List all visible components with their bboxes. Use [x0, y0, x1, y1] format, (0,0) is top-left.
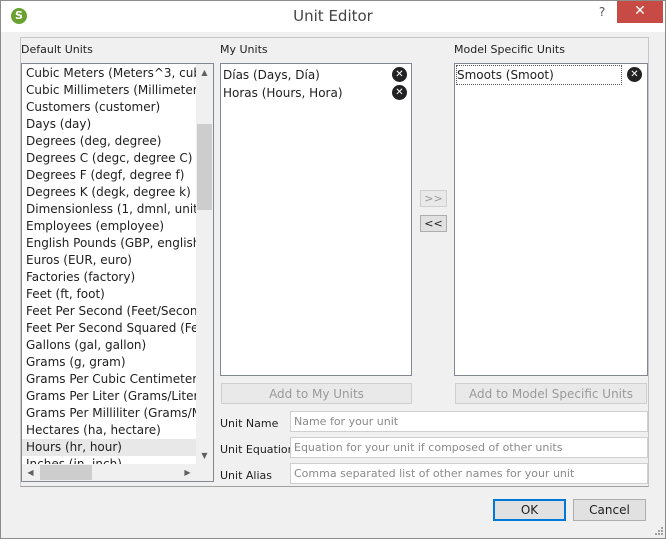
unit-alias-input[interactable] — [290, 463, 648, 484]
list-item[interactable]: Euros (EUR, euro) — [22, 252, 196, 269]
list-item[interactable]: Cubic Millimeters (Millimeters^3 — [22, 82, 213, 99]
ok-button[interactable]: OK — [493, 499, 566, 521]
unit-equation-label: Unit Equation — [220, 443, 295, 456]
list-item[interactable]: Grams Per Milliliter (Grams/Millil — [22, 405, 213, 422]
list-item[interactable]: Feet Per Second Squared (Feet/S — [22, 320, 213, 337]
close-button[interactable]: ✕ — [617, 1, 663, 23]
list-item[interactable]: Dimensionless (1, dmnl, unitless — [22, 201, 213, 218]
list-item[interactable]: English Pounds (GBP, english pou — [22, 235, 213, 252]
list-item[interactable]: Cubic Meters (Meters^3, cubic n — [22, 65, 213, 82]
unit-editor-panel: Default Units Cubic Meters (Meters^3, cu… — [20, 37, 649, 487]
scroll-right-icon[interactable]: ▶ — [179, 464, 196, 481]
default-units-list[interactable]: Cubic Meters (Meters^3, cubic n Cubic Mil… — [21, 63, 214, 482]
list-item[interactable]: Feet (ft, foot) — [22, 286, 196, 303]
title-bar[interactable]: S Unit Editor ? ✕ — [1, 1, 665, 32]
horizontal-scrollbar[interactable]: ◀ ▶ — [22, 464, 196, 481]
list-item[interactable]: Degrees (deg, degree) — [22, 133, 196, 150]
list-item[interactable]: Grams Per Liter (Grams/Liters, gr — [22, 388, 213, 405]
scroll-down-icon[interactable]: ▼ — [196, 447, 213, 464]
list-item[interactable]: Hectares (ha, hectare) — [22, 422, 196, 439]
my-unit-item-0[interactable]: Días (Days, Día) — [223, 66, 320, 84]
unit-alias-label: Unit Alias — [220, 469, 272, 482]
my-units-label: My Units — [220, 43, 268, 56]
list-item[interactable]: Customers (customer) — [22, 99, 196, 116]
list-item[interactable]: Hours (hr, hour) — [22, 439, 196, 456]
add-to-my-units-button[interactable]: Add to My Units — [221, 383, 412, 404]
remove-my-unit-0-icon[interactable]: ✕ — [392, 67, 407, 82]
list-item[interactable]: Grams (g, gram) — [22, 354, 196, 371]
unit-editor-window: S Unit Editor ? ✕ Default Units Cubic Me… — [0, 0, 666, 539]
list-item[interactable]: Gallons (gal, gallon) — [22, 337, 196, 354]
move-left-button[interactable]: << — [420, 215, 447, 232]
scroll-thumb[interactable] — [197, 124, 212, 210]
unit-name-input[interactable] — [290, 411, 648, 432]
model-units-label: Model Specific Units — [454, 43, 565, 56]
list-item[interactable]: Employees (employee) — [22, 218, 196, 235]
resize-grip-icon[interactable] — [653, 525, 663, 535]
model-unit-item-0[interactable]: Smoots (Smoot) — [456, 65, 622, 85]
vertical-scrollbar[interactable]: ▲ ▼ — [196, 64, 213, 464]
help-button[interactable]: ? — [589, 1, 615, 23]
list-item[interactable]: Feet Per Second (Feet/Seconds) — [22, 303, 213, 320]
add-to-model-units-button[interactable]: Add to Model Specific Units — [455, 383, 647, 404]
list-item[interactable]: Grams Per Cubic Centimeter (Gra — [22, 371, 213, 388]
window-title: Unit Editor — [293, 7, 373, 25]
list-item[interactable]: Degrees F (degf, degree f) — [22, 167, 196, 184]
model-units-list[interactable]: Smoots (Smoot) ✕ — [454, 63, 648, 376]
remove-model-unit-0-icon[interactable]: ✕ — [627, 67, 642, 82]
my-units-list[interactable]: Días (Days, Día) ✕ Horas (Hours, Hora) ✕ — [220, 63, 412, 376]
remove-my-unit-1-icon[interactable]: ✕ — [392, 85, 407, 100]
unit-equation-input[interactable] — [290, 437, 648, 458]
scroll-up-icon[interactable]: ▲ — [196, 64, 213, 81]
default-units-items: Cubic Meters (Meters^3, cubic n Cubic Mil… — [22, 65, 213, 473]
list-item[interactable]: Days (day) — [22, 116, 196, 133]
scroll-corner — [196, 464, 213, 481]
default-units-label: Default Units — [21, 43, 93, 56]
cancel-button[interactable]: Cancel — [573, 499, 646, 521]
scroll-left-icon[interactable]: ◀ — [22, 464, 39, 481]
list-item[interactable]: Degrees C (degc, degree C) — [22, 150, 196, 167]
list-item[interactable]: Degrees K (degk, degree k) — [22, 184, 196, 201]
scroll-thumb-horizontal[interactable] — [40, 465, 92, 480]
unit-name-label: Unit Name — [220, 417, 279, 430]
move-right-button[interactable]: >> — [420, 190, 447, 207]
list-item[interactable]: Factories (factory) — [22, 269, 196, 286]
my-unit-item-1[interactable]: Horas (Hours, Hora) — [223, 84, 343, 102]
